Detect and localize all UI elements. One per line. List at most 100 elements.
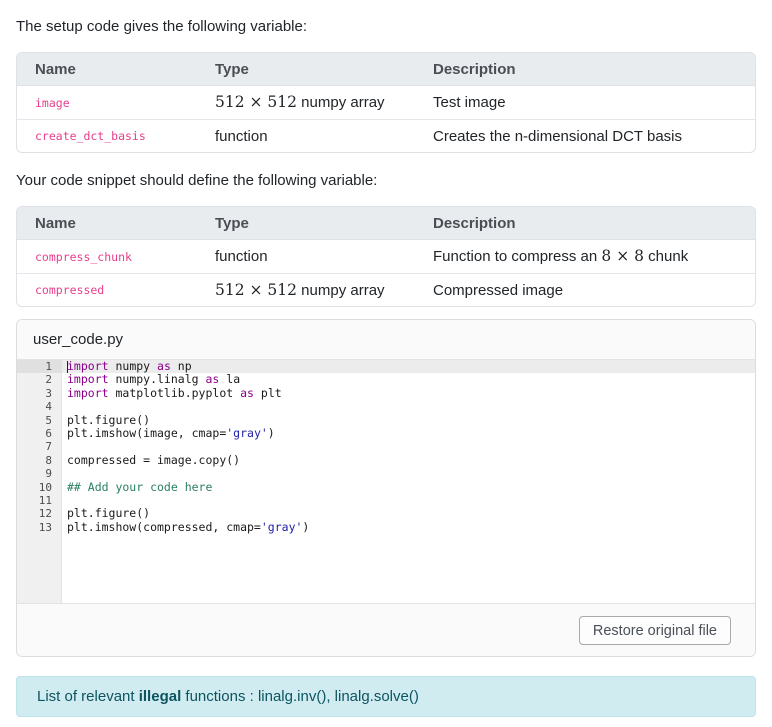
line-number: 2 — [45, 373, 52, 387]
cell-text: 8 × 8 — [601, 247, 644, 265]
code-editor[interactable]: 1 2 3 4 5 6 7 8 9 10 11 12 13 import numpy as np impo… — [17, 359, 755, 603]
code-text-area[interactable]: import numpy as np import numpy.linalg as… — [62, 359, 755, 603]
cell-text: chunk — [644, 248, 689, 265]
line-number: 1 — [17, 360, 61, 374]
variable-description: Creates the n-dimensional DCT basis — [415, 119, 755, 152]
code-line[interactable]: plt.figure() — [67, 507, 755, 520]
column-header-type: Type — [197, 53, 415, 86]
code-token: import — [67, 385, 109, 400]
code-token: la — [219, 372, 241, 387]
setup-intro-text: The setup code gives the following varia… — [16, 18, 308, 35]
variable-type: function — [197, 119, 415, 152]
code-token: numpy — [108, 359, 158, 373]
page-root: The setup code gives the following varia… — [0, 0, 772, 725]
cell-text: function — [215, 248, 268, 265]
code-line[interactable] — [67, 440, 755, 453]
code-token: matplotlib.pyplot — [108, 385, 241, 400]
code-line[interactable]: compressed = image.copy() — [67, 452, 755, 467]
cell-text: Creates the n-dimensional DCT basis — [433, 127, 683, 145]
code-line[interactable]: ## Add your code here — [67, 479, 755, 494]
code-token: compressed = image.copy() — [67, 452, 241, 467]
code-token: ) — [302, 519, 310, 534]
code-line[interactable]: import numpy.linalg as la — [67, 373, 755, 386]
code-token: as — [205, 372, 220, 387]
cell-text: numpy array — [297, 281, 385, 299]
variable-type: 512 × 512 numpy array — [197, 273, 415, 306]
illegal-functions-alert: List of relevant illegal functions : lin… — [16, 676, 756, 717]
alert-bold-illegal: illegal — [138, 688, 182, 705]
line-number: 4 — [45, 400, 52, 414]
column-header-description: Description — [415, 53, 755, 86]
variable-type: 512 × 512 numpy array — [197, 86, 415, 119]
line-number: 11 — [38, 493, 52, 507]
code-token: plt.imshow(image, cmap= — [67, 425, 227, 440]
line-number: 10 — [38, 480, 52, 494]
alert-text-suffix: functions : linalg.inv(), linalg.solve() — [181, 688, 419, 705]
code-token: ) — [267, 425, 275, 440]
code-token: 'gray' — [260, 519, 303, 534]
table-header-row: Name Type Description — [17, 207, 755, 240]
code-line[interactable]: import numpy as np — [62, 359, 755, 374]
line-number: 5 — [45, 413, 52, 427]
column-header-name: Name — [17, 207, 197, 240]
table-row: compressed 512 × 512 numpy array Compresse… — [17, 273, 755, 306]
code-line[interactable]: plt.imshow(compressed, cmap='gray') — [67, 519, 755, 534]
setup-variables-table: Name Type Description image 512 × 512 num… — [16, 52, 756, 153]
code-token: as — [157, 359, 171, 373]
line-number-gutter: 1 2 3 4 5 6 7 8 9 10 11 12 13 — [17, 360, 62, 603]
variable-type: function — [197, 240, 415, 273]
table-row: create_dct_basis function Creates the n-di… — [17, 119, 755, 152]
table-header-row: Name Type Description — [17, 53, 755, 86]
code-line[interactable] — [67, 494, 755, 507]
column-header-type: Type — [197, 207, 415, 240]
variable-description: Compressed image — [415, 273, 755, 306]
snippet-intro-text: Your code snippet should define the foll… — [16, 172, 378, 189]
code-token: import — [67, 372, 109, 387]
cell-text: 512 × 512 — [215, 93, 298, 111]
variable-description: Test image — [415, 86, 755, 119]
required-variables-table: Name Type Description compress_chunk func… — [16, 206, 756, 307]
code-line[interactable]: plt.figure() — [67, 412, 755, 427]
code-line[interactable]: import matplotlib.pyplot as plt — [67, 385, 755, 400]
code-token: as — [240, 385, 254, 400]
code-token: plt.figure() — [67, 506, 151, 521]
alert-text-prefix: List of relevant — [37, 688, 139, 705]
column-header-name: Name — [17, 53, 197, 86]
code-token: np — [170, 359, 192, 373]
code-token: numpy.linalg — [108, 372, 206, 387]
code-token: 'gray' — [226, 425, 268, 440]
code-token: plt — [253, 385, 282, 400]
cell-text: Compressed image — [433, 281, 564, 299]
line-number: 8 — [45, 453, 52, 467]
cell-text: 512 × 512 — [215, 280, 298, 299]
variable-name: compress_chunk — [35, 249, 132, 264]
line-number: 7 — [45, 440, 52, 454]
code-token: plt.figure() — [67, 412, 151, 427]
line-number: 9 — [45, 467, 52, 481]
code-editor-card: user_code.py 1 2 3 4 5 6 7 8 9 10 11 12 13 import nu… — [16, 319, 756, 657]
code-token: plt.imshow(compressed, cmap= — [67, 519, 261, 534]
cell-text: function — [215, 127, 268, 145]
variable-name: compressed — [35, 283, 105, 297]
restore-original-file-button[interactable]: Restore original file — [578, 616, 731, 645]
code-token: import — [67, 359, 109, 373]
line-number: 6 — [45, 426, 52, 440]
code-token: ## Add your code here — [67, 479, 213, 494]
table-row: compress_chunk function Function to compre… — [17, 240, 755, 273]
table-row: image 512 × 512 numpy array Test image — [17, 86, 755, 119]
variable-name: image — [35, 95, 70, 110]
cell-text: Test image — [433, 94, 506, 111]
code-line[interactable] — [67, 400, 755, 413]
editor-filename: user_code.py — [17, 320, 755, 360]
variable-description: Function to compress an 8 × 8 chunk — [415, 240, 755, 273]
editor-footer: Restore original file — [17, 603, 755, 656]
line-number: 13 — [38, 520, 52, 534]
code-line[interactable] — [67, 467, 755, 480]
line-number: 3 — [45, 386, 52, 400]
line-number: 12 — [38, 507, 52, 521]
cell-text: numpy array — [297, 94, 385, 111]
column-header-description: Description — [415, 207, 755, 240]
code-line[interactable]: plt.imshow(image, cmap='gray') — [67, 425, 755, 440]
variable-name: create_dct_basis — [35, 129, 146, 143]
cell-text: Function to compress an — [433, 248, 602, 265]
